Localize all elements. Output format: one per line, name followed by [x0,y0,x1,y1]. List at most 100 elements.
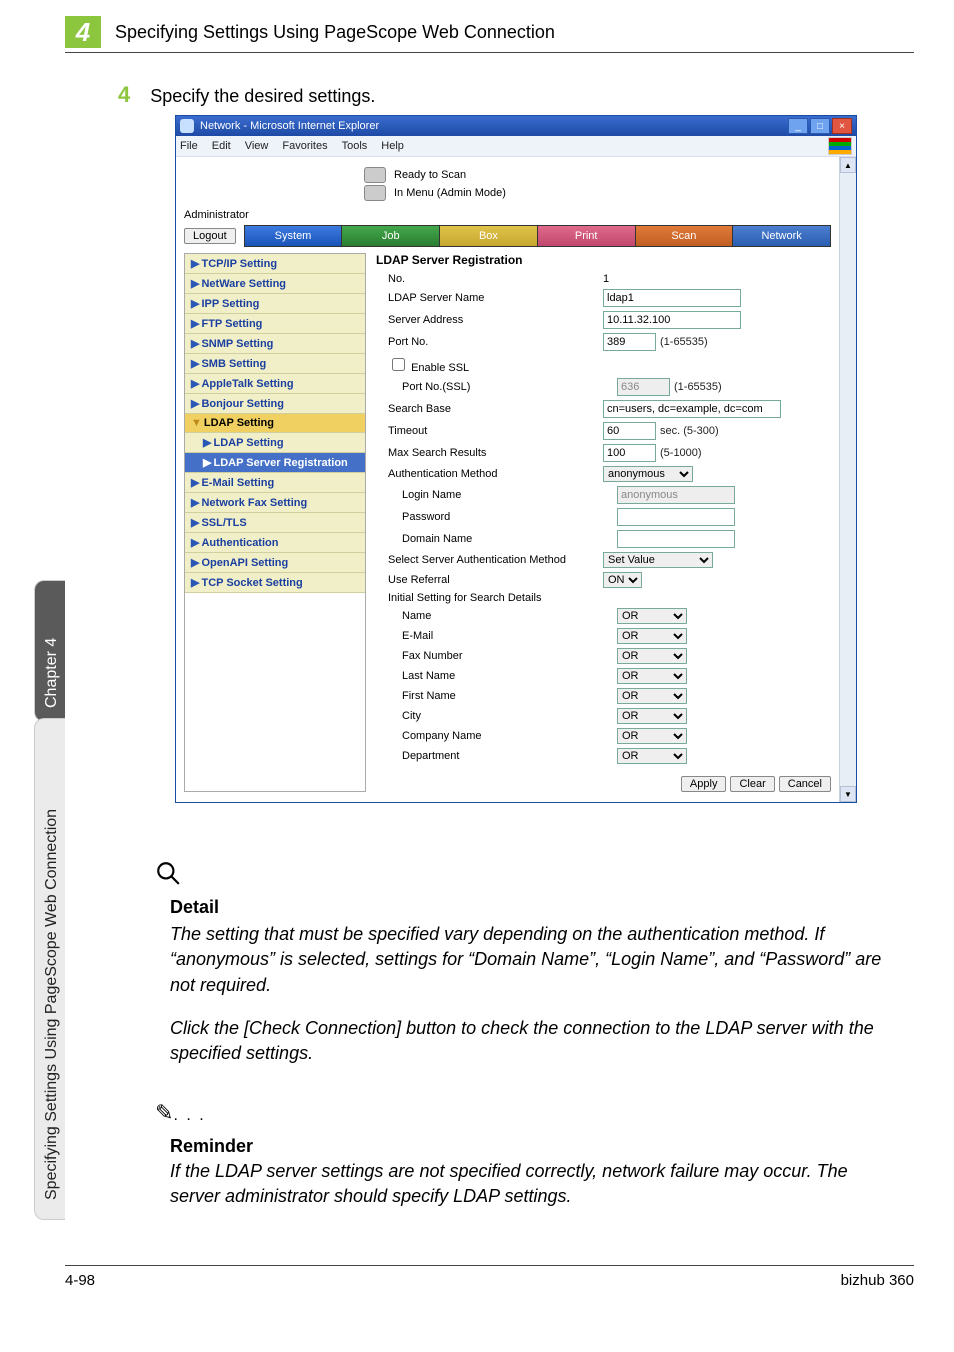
tab-system[interactable]: System [244,225,343,247]
sidebar-item-snmp[interactable]: ▶SNMP Setting [185,334,365,354]
select-attr-fax[interactable]: OR [617,648,687,664]
tab-scan[interactable]: Scan [636,225,734,247]
status-ready: Ready to Scan [394,169,466,181]
select-attr-email[interactable]: OR [617,628,687,644]
sidebar-item-openapi[interactable]: ▶OpenAPI Setting [185,553,365,573]
footer-page-number: 4-98 [65,1272,95,1289]
select-attr-name[interactable]: OR [617,608,687,624]
menu-view[interactable]: View [245,140,269,152]
select-attr-firstname[interactable]: OR [617,688,687,704]
detail-block: Detail The setting that must be specifie… [170,895,894,1066]
ie-icon [180,119,194,133]
chapter-number-badge: 4 [65,16,101,48]
label-attr-department: Department [374,750,617,762]
select-auth-method[interactable]: anonymous [603,466,693,482]
cancel-button[interactable]: Cancel [779,776,831,792]
status-mode: In Menu (Admin Mode) [394,187,506,199]
sidebar-item-ftp[interactable]: ▶FTP Setting [185,314,365,334]
input-password[interactable] [617,508,735,526]
browser-window: Network - Microsoft Internet Explorer _ … [175,115,857,803]
input-port[interactable] [603,333,656,351]
sidebar-item-networkfax[interactable]: ▶Network Fax Setting [185,493,365,513]
sidebar-item-ssltls[interactable]: ▶SSL/TLS [185,513,365,533]
reminder-dots: . . . [173,1107,205,1124]
label-port: Port No. [374,336,603,348]
label-enable-ssl: Enable SSL [411,362,469,374]
select-attr-lastname[interactable]: OR [617,668,687,684]
checkbox-enable-ssl[interactable] [392,358,405,371]
apply-button[interactable]: Apply [681,776,727,792]
close-button[interactable]: × [832,118,852,134]
page-header: 4 Specifying Settings Using PageScope We… [65,12,914,53]
tab-print[interactable]: Print [538,225,636,247]
detail-paragraph-1: The setting that must be specified vary … [170,922,894,998]
ie-logo-icon [828,137,852,155]
footer-model: bizhub 360 [841,1272,914,1289]
reminder-heading: Reminder [170,1134,894,1159]
select-attr-city[interactable]: OR [617,708,687,724]
label-select-auth: Select Server Authentication Method [374,554,603,566]
select-attr-department[interactable]: OR [617,748,687,764]
sidebar-item-authentication[interactable]: ▶Authentication [185,533,365,553]
menu-tools[interactable]: Tools [342,140,368,152]
input-max-results[interactable] [603,444,656,462]
page-title: Specifying Settings Using PageScope Web … [115,22,555,43]
label-server-addr: Server Address [374,314,603,326]
label-attr-lastname: Last Name [374,670,617,682]
sidebar-item-smb[interactable]: ▶SMB Setting [185,354,365,374]
sidebar-item-bonjour[interactable]: ▶Bonjour Setting [185,394,365,414]
step-line: 4 Specify the desired settings. [118,82,375,108]
sidebar-item-tcpip[interactable]: ▶TCP/IP Setting [185,254,365,274]
sidebar-item-ldap[interactable]: ▼LDAP Setting [185,414,365,433]
step-number: 4 [118,82,130,108]
logout-button[interactable]: Logout [184,228,236,244]
select-select-auth[interactable]: Set Value [603,552,713,568]
label-domain: Domain Name [374,533,617,545]
printer-mode: In Menu (Admin Mode) [364,185,831,201]
sidebar-item-ipp[interactable]: ▶IPP Setting [185,294,365,314]
select-attr-company[interactable]: OR [617,728,687,744]
reminder-icon: ✎. . . [155,1100,206,1126]
reminder-block: Reminder If the LDAP server settings are… [170,1134,894,1210]
range-timeout: sec. (5-300) [660,425,719,437]
side-chapter-label: Chapter 4 [43,638,61,708]
input-timeout[interactable] [603,422,656,440]
label-attr-email: E-Mail [374,630,617,642]
menu-favorites[interactable]: Favorites [282,140,327,152]
label-attr-city: City [374,710,617,722]
browser-scrollbar[interactable]: ▲ ▼ [839,157,856,802]
ldap-form: LDAP Server Registration No. 1 LDAP Serv… [374,253,831,792]
side-section-label: Specifying Settings Using PageScope Web … [43,809,61,1200]
tab-box[interactable]: Box [440,225,538,247]
select-referral[interactable]: ON [603,572,642,588]
scroll-down-icon[interactable]: ▼ [840,786,856,802]
browser-menubar: File Edit View Favorites Tools Help [176,136,856,157]
clear-button[interactable]: Clear [730,776,774,792]
tab-network[interactable]: Network [733,225,831,247]
sidebar-item-email[interactable]: ▶E-Mail Setting [185,473,365,493]
input-server-addr[interactable] [603,311,741,329]
maximize-button[interactable]: □ [810,118,830,134]
sidebar-item-tcpsocket[interactable]: ▶TCP Socket Setting [185,573,365,593]
input-domain[interactable] [617,530,735,548]
menu-edit[interactable]: Edit [212,140,231,152]
label-referral: Use Referral [374,574,603,586]
step-text: Specify the desired settings. [150,86,375,107]
minimize-button[interactable]: _ [788,118,808,134]
input-port-ssl [617,378,670,396]
form-title: LDAP Server Registration [376,253,831,267]
menu-help[interactable]: Help [381,140,404,152]
label-attr-company: Company Name [374,730,617,742]
tab-job[interactable]: Job [342,225,440,247]
sidebar-item-netware[interactable]: ▶NetWare Setting [185,274,365,294]
sidebar-item-appletalk[interactable]: ▶AppleTalk Setting [185,374,365,394]
input-server-name[interactable] [603,289,741,307]
sidebar-item-ldap-registration[interactable]: ▶LDAP Server Registration [185,453,365,473]
printer-icon [364,167,386,183]
side-tab-strip: Chapter 4 Specifying Settings Using Page… [17,70,65,1210]
scroll-up-icon[interactable]: ▲ [840,157,856,173]
input-search-base[interactable] [603,400,781,418]
sidebar-item-ldap-setting[interactable]: ▶LDAP Setting [185,433,365,453]
window-title: Network - Microsoft Internet Explorer [200,120,379,132]
menu-file[interactable]: File [180,140,198,152]
